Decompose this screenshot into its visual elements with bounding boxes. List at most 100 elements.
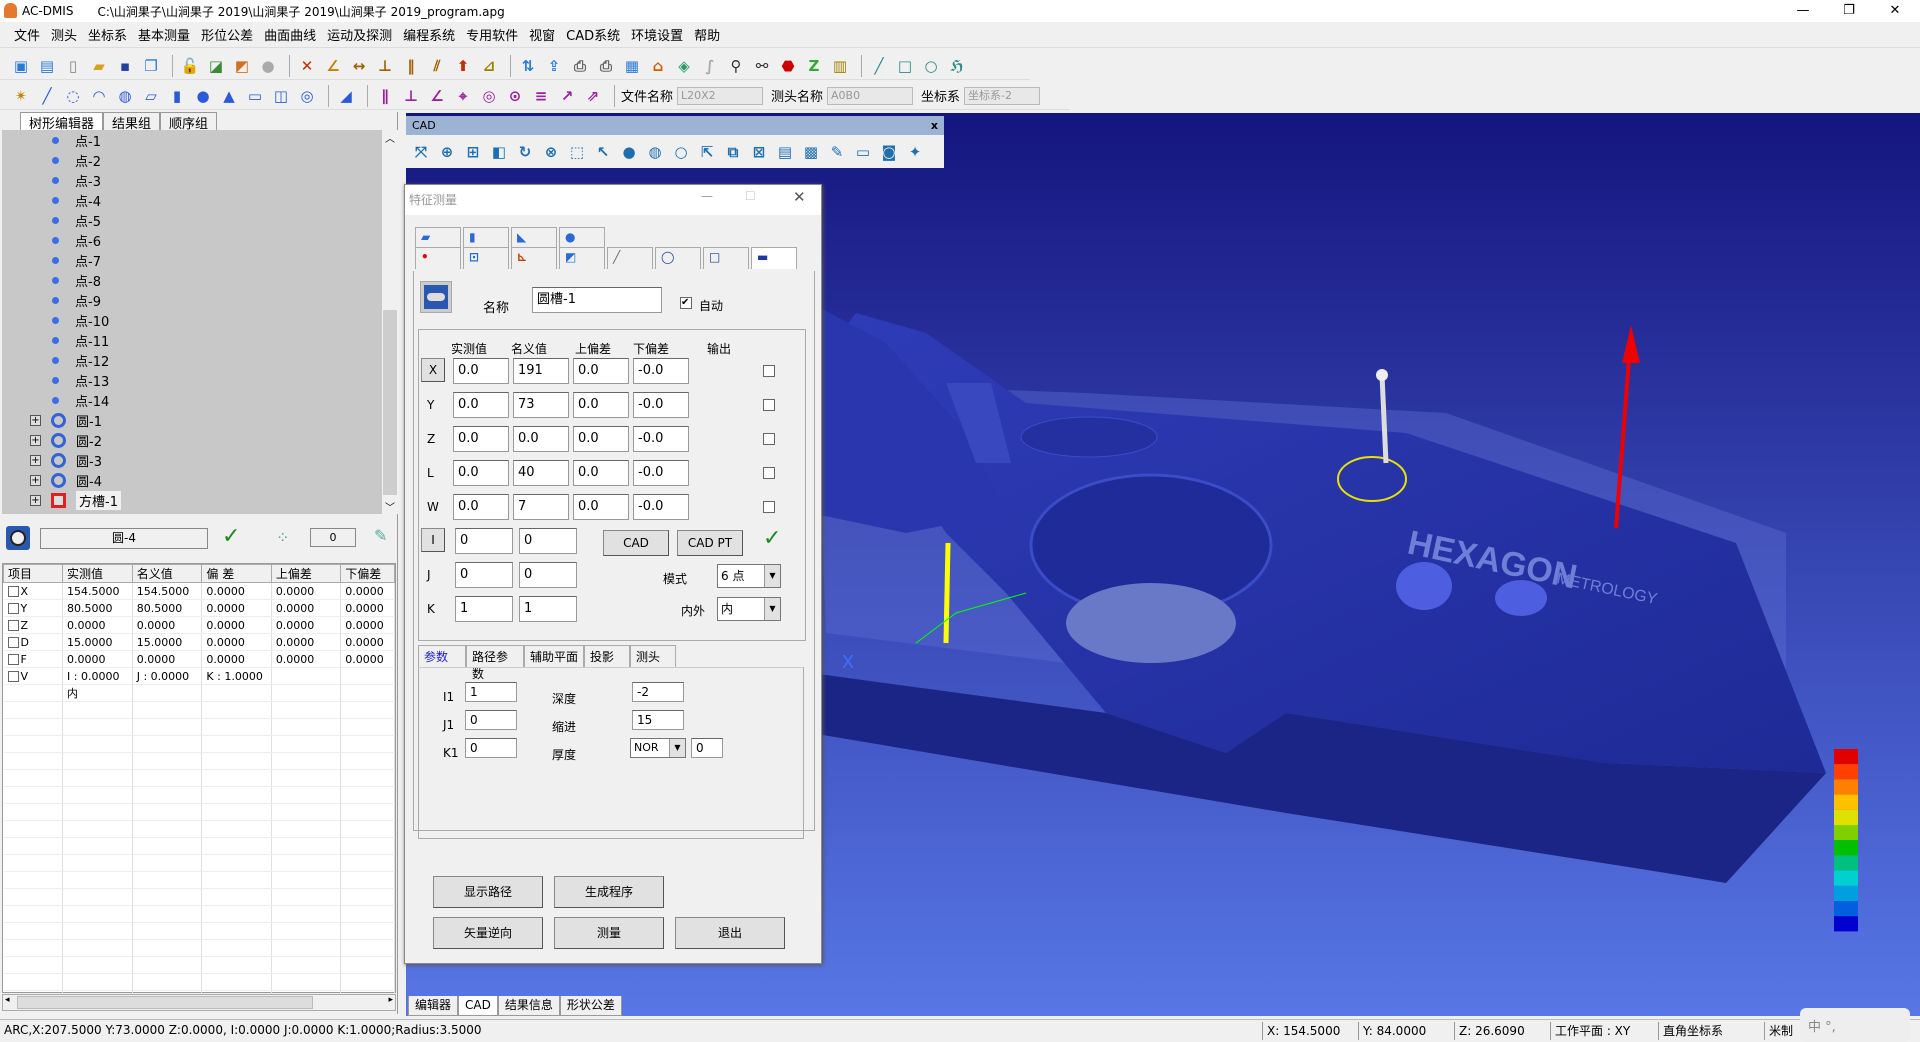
output-checkbox[interactable] xyxy=(763,433,775,445)
upper-input-z[interactable]: 0.0 xyxy=(573,426,629,452)
tree-item[interactable]: 点-2 xyxy=(2,150,382,170)
j1-input[interactable]: 0 xyxy=(465,710,517,730)
cad-window-close[interactable]: x xyxy=(931,116,938,135)
tree-scrollbar[interactable]: ︿ ﹀ xyxy=(382,130,398,514)
point-count-field[interactable]: 0 xyxy=(310,528,356,547)
cad-zoom-fit-icon[interactable]: ⊗ xyxy=(540,141,562,163)
upper-input-x[interactable]: 0.0 xyxy=(573,358,629,384)
column-header[interactable]: 下偏差 xyxy=(340,564,395,583)
cad-display-icon[interactable]: ▭ xyxy=(852,141,874,163)
cad-pan-icon[interactable]: ⤧ xyxy=(410,141,432,163)
axis-icon[interactable]: Z xyxy=(803,55,825,77)
home-icon[interactable]: ⌂ xyxy=(647,55,669,77)
restore-button[interactable]: ❐ xyxy=(1826,0,1872,22)
runout-icon[interactable]: ↗ xyxy=(556,85,578,107)
total-runout-icon[interactable]: ⇗ xyxy=(582,85,604,107)
cone-icon[interactable]: ▲ xyxy=(218,85,240,107)
tree-item[interactable]: 点-13 xyxy=(2,370,382,390)
menu-item[interactable]: 运动及探测 xyxy=(327,25,392,44)
output-checkbox[interactable] xyxy=(763,399,775,411)
column-header[interactable]: 偏 差 xyxy=(201,564,272,583)
coaxial-icon[interactable]: ⊙ xyxy=(504,85,526,107)
edit-icon[interactable]: ◪ xyxy=(205,55,227,77)
depth-input[interactable]: -2 xyxy=(632,682,684,702)
tree-item[interactable]: + 圆-2 xyxy=(2,430,382,450)
thickness-input[interactable]: 0 xyxy=(691,738,723,758)
output-checkbox[interactable] xyxy=(763,501,775,513)
tree-item[interactable]: + 方槽-1 xyxy=(2,490,382,510)
cad-rotate-icon[interactable]: ↻ xyxy=(514,141,536,163)
machine-icon[interactable]: ⬣ xyxy=(777,55,799,77)
expand-icon[interactable]: + xyxy=(30,434,41,446)
tab-param-1[interactable]: 路径参数 xyxy=(466,645,524,681)
tab-plane[interactable]: ▰ xyxy=(415,227,461,247)
cad-view-cube-icon[interactable]: ◧ xyxy=(488,141,510,163)
unlock-icon[interactable]: 🔓 xyxy=(179,55,201,77)
bottom-tab[interactable]: 结果信息 xyxy=(497,996,560,1016)
tab-cone[interactable]: ◣ xyxy=(511,227,557,247)
dialog-minimize[interactable]: — xyxy=(701,189,713,203)
tree-item[interactable]: 点-8 xyxy=(2,270,382,290)
print-icon[interactable]: ⎙ xyxy=(595,55,617,77)
cad-camera-icon[interactable]: ◙ xyxy=(878,141,900,163)
cad-button[interactable]: CAD xyxy=(603,530,669,556)
angularity-icon[interactable]: ∠ xyxy=(426,85,448,107)
tab-axis-point[interactable]: ⊾ xyxy=(511,247,557,269)
actual-input-w[interactable]: 0.0 xyxy=(453,494,509,520)
tree-item[interactable]: 点-1 xyxy=(2,130,382,150)
k1-input[interactable]: 0 xyxy=(465,738,517,758)
symmetry-icon[interactable]: ⫽ xyxy=(426,55,448,77)
ime-indicator[interactable]: 中 °, xyxy=(1800,1008,1910,1042)
tree-item[interactable]: 点-11 xyxy=(2,330,382,350)
actual-input-l[interactable]: 0.0 xyxy=(453,460,509,486)
vector-j-input[interactable]: 0 xyxy=(519,562,577,588)
nominal-input-z[interactable]: 0.0 xyxy=(513,426,569,452)
reverse-vector-button[interactable]: 矢量逆向 xyxy=(433,917,543,949)
probe-name-field[interactable]: A0B0 xyxy=(827,86,914,105)
arc-icon[interactable]: ◠ xyxy=(88,85,110,107)
sphere-icon[interactable]: ● xyxy=(192,85,214,107)
datum-icon[interactable]: ⊿ xyxy=(478,55,500,77)
row-checkbox[interactable] xyxy=(7,586,19,597)
rect-slot-icon[interactable]: ▭ xyxy=(244,85,266,107)
actual-input-y[interactable]: 0.0 xyxy=(453,392,509,418)
generate-program-button[interactable]: 生成程序 xyxy=(554,876,664,908)
mode-select[interactable]: 6 点 ▼ xyxy=(717,564,781,588)
square-icon[interactable]: □ xyxy=(894,55,916,77)
column-header[interactable]: 上偏差 xyxy=(270,564,342,583)
save-icon[interactable]: ▪ xyxy=(114,55,136,77)
nominal-input-y[interactable]: 73 xyxy=(513,392,569,418)
thickness-mode-select[interactable]: NOR ▼ xyxy=(630,738,686,758)
tab-point[interactable]: • xyxy=(415,247,461,269)
tree-item[interactable]: 点-4 xyxy=(2,190,382,210)
minimize-button[interactable]: — xyxy=(1780,0,1826,22)
sub-icon[interactable]: ▥ xyxy=(829,55,851,77)
actual-input-x[interactable]: 0.0 xyxy=(453,358,509,384)
row-checkbox[interactable] xyxy=(7,654,19,665)
cad-layers-icon[interactable]: ▤ xyxy=(774,141,796,163)
tab-param-3[interactable]: 投影 xyxy=(584,645,630,667)
menu-item[interactable]: 基本测量 xyxy=(138,25,190,44)
curve-icon[interactable]: ℌ xyxy=(946,55,968,77)
bottom-tab[interactable]: CAD xyxy=(458,996,498,1016)
tab-param-2[interactable]: 辅助平面 xyxy=(524,645,584,667)
import-icon[interactable]: ▤ xyxy=(36,55,58,77)
dialog-maximize[interactable]: ☐ xyxy=(745,189,756,203)
upper-input-l[interactable]: 0.0 xyxy=(573,460,629,486)
feature-name-field[interactable]: 圆-4 xyxy=(40,528,208,549)
lower-input-w[interactable]: -0.0 xyxy=(633,494,689,520)
cad-check-pts-icon[interactable]: ⊠ xyxy=(748,141,770,163)
vector-j-input[interactable]: 0 xyxy=(455,562,513,588)
vector-i-label[interactable]: I xyxy=(421,528,445,552)
tree-item[interactable]: 点-10 xyxy=(2,310,382,330)
vector-i-input[interactable]: 0 xyxy=(455,528,513,554)
distance-icon[interactable]: ↔ xyxy=(348,55,370,77)
indent-input[interactable]: 15 xyxy=(632,710,684,730)
transfer-icon[interactable]: ⇅ xyxy=(517,55,539,77)
circle-icon[interactable]: ◌ xyxy=(62,85,84,107)
line-icon[interactable]: ╱ xyxy=(868,55,890,77)
menu-item[interactable]: 视窗 xyxy=(529,25,555,44)
stop-icon[interactable]: ● xyxy=(257,55,279,77)
tab-sequence-group[interactable]: 顺序组 xyxy=(160,112,218,132)
measure-button[interactable]: 测量 xyxy=(554,917,664,949)
